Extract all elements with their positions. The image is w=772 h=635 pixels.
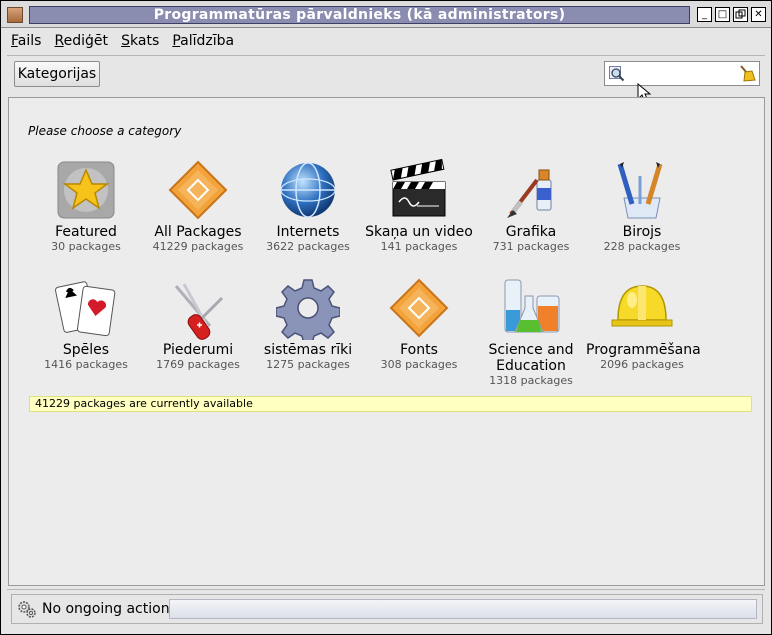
category-office[interactable]: Birojs 228 packages [586,158,698,254]
globe-icon [280,162,336,218]
cards-icon [55,281,116,337]
category-name: Internets [276,224,340,240]
menu-help-mnemonic: P [172,33,181,49]
app-icon[interactable] [7,7,23,23]
status-bar: No ongoing actions [11,594,763,624]
category-count: 141 packages [380,240,458,253]
category-name: Programmēšana [586,342,701,358]
category-system-tools[interactable]: sistēmas rīki 1275 packages [252,276,364,372]
progress-bar [169,599,757,619]
close-button[interactable]: ✕ [751,7,766,22]
flasks-icon [504,279,560,333]
category-graphics[interactable]: Grafika 731 packages [475,158,587,254]
category-count: 1275 packages [266,358,350,371]
menu-file[interactable]: Fails [7,30,45,52]
menu-file-label: ails [17,33,42,49]
status-text: No ongoing actions [42,601,177,617]
window-title: Programmatūras pārvaldnieks (kā administ… [153,7,566,23]
menu-edit-mnemonic: R [54,33,64,49]
pencils-icon [617,162,663,219]
star-icon [57,161,115,219]
menu-help[interactable]: Palīdzība [168,30,238,52]
category-count: 731 packages [492,240,570,253]
category-name: Birojs [622,224,662,240]
category-accessories[interactable]: Piederumi 1769 packages [142,276,254,372]
category-count: 308 packages [380,358,458,371]
category-fonts[interactable]: Fonts 308 packages [363,276,475,372]
category-count: 3622 packages [266,240,350,253]
category-count: 1769 packages [156,358,240,371]
category-all-packages[interactable]: All Packages 41229 packages [142,158,254,254]
category-panel: Please choose a category Featured 30 pac… [8,97,765,586]
category-count: 1318 packages [489,374,573,387]
restore-button[interactable] [733,7,748,22]
gear-icon [275,279,341,345]
category-name: sistēmas rīki [263,342,353,358]
menu-view-mnemonic: S [121,33,131,49]
category-count: 2096 packages [600,358,684,371]
app-window: Programmatūras pārvaldnieks (kā administ… [0,0,772,635]
fonts-package-icon [389,278,449,338]
menu-file-mnemonic: F [11,33,18,49]
available-packages-notice: 41229 packages are currently available [29,396,752,412]
category-name: Grafika [505,224,557,240]
status-separator [7,589,765,590]
gears-icon [18,601,36,618]
category-name: Featured [55,224,117,240]
menu-bar: Fails Rediģēt Skats Palīdzība [7,30,238,52]
category-programming[interactable]: Programmēšana 2096 packages [586,276,701,372]
hardhat-icon [611,285,673,327]
clear-broom-icon[interactable] [738,64,756,82]
package-icon [168,160,228,220]
category-sound-video[interactable]: Skaņa un video 141 packages [363,158,475,254]
category-count: 41229 packages [152,240,244,253]
restore-icon [735,9,746,19]
menu-view[interactable]: Skats [117,30,163,52]
category-prompt: Please choose a category [28,124,182,138]
search-icon [609,66,625,82]
title-bar[interactable]: Programmatūras pārvaldnieks (kā administ… [1,1,771,28]
search-field[interactable] [604,61,760,86]
category-name: Fonts [400,342,438,358]
knife-icon [174,283,224,340]
clapperboard-icon [390,158,446,217]
categories-button[interactable]: Kategorijas [14,61,100,87]
maximize-button[interactable]: □ [715,7,730,22]
title-box: Programmatūras pārvaldnieks (kā administ… [29,6,690,24]
paintbrush-icon [507,169,552,218]
category-games[interactable]: Spēles 1416 packages [30,276,142,372]
category-science-education[interactable]: Science and Education 1318 packages [475,276,587,388]
category-count: 30 packages [51,240,121,253]
category-name: Skaņa un video [365,224,473,240]
menu-edit[interactable]: Rediģēt [51,30,113,52]
minimize-button[interactable]: _ [697,7,712,22]
menu-help-label: alīdzība [180,33,235,49]
category-name: All Packages [154,224,242,240]
menu-edit-label: ediģēt [63,33,109,49]
category-internets[interactable]: Internets 3622 packages [252,158,364,254]
menu-view-label: kats [130,33,160,49]
category-featured[interactable]: Featured 30 packages [30,158,142,254]
category-count: 228 packages [603,240,681,253]
category-count: 1416 packages [44,358,128,371]
category-name: Science and Education [488,342,574,374]
category-name: Piederumi [162,342,234,358]
menu-separator [7,55,765,56]
category-name: Spēles [62,342,110,358]
